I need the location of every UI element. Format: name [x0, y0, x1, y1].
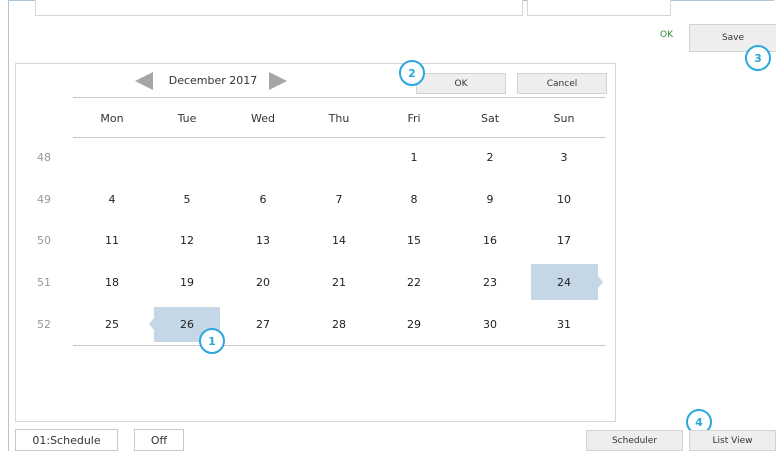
calendar-cancel-button[interactable]: Cancel	[517, 73, 607, 94]
week-number: 49	[37, 193, 51, 206]
day-cell[interactable]: 5	[157, 193, 217, 206]
day-cell[interactable]: 17	[534, 234, 594, 247]
day-cell[interactable]: 8	[384, 193, 444, 206]
day-cell[interactable]: 30	[460, 318, 520, 331]
day-cell[interactable]: 2	[460, 151, 520, 164]
day-cell[interactable]: 12	[157, 234, 217, 247]
schedule-off-toggle[interactable]: Off	[134, 429, 184, 451]
day-cell[interactable]: 9	[460, 193, 520, 206]
prev-month-arrow-icon[interactable]	[135, 72, 153, 90]
day-cell[interactable]: 14	[309, 234, 369, 247]
day-cell[interactable]: 21	[309, 276, 369, 289]
week-number: 52	[37, 318, 51, 331]
callout-badge-2: 2	[399, 60, 425, 86]
day-cell[interactable]: 7	[309, 193, 369, 206]
weekday-header-wed: Wed	[251, 112, 275, 125]
day-cell[interactable]: 1	[384, 151, 444, 164]
list-view-button[interactable]: List View	[689, 430, 776, 451]
weekday-header-mon: Mon	[100, 112, 124, 125]
top-select-field[interactable]	[527, 0, 671, 16]
day-cell[interactable]: 19	[157, 276, 217, 289]
day-cell[interactable]: 25	[82, 318, 142, 331]
day-cell[interactable]: 4	[82, 193, 142, 206]
header-divider-bottom	[73, 137, 606, 138]
header-divider-top	[73, 97, 606, 98]
day-cell[interactable]: 15	[384, 234, 444, 247]
day-cell[interactable]: 22	[384, 276, 444, 289]
day-cell[interactable]: 23	[460, 276, 520, 289]
day-cell[interactable]: 3	[534, 151, 594, 164]
weekday-header-fri: Fri	[407, 112, 421, 125]
scheduler-button[interactable]: Scheduler	[586, 430, 683, 451]
day-cell[interactable]: 16	[460, 234, 520, 247]
next-month-arrow-icon[interactable]	[269, 72, 287, 90]
calendar-bottom-divider	[73, 345, 606, 346]
week-number: 51	[37, 276, 51, 289]
calendar-ok-button[interactable]: OK	[416, 73, 506, 94]
day-cell[interactable]: 29	[384, 318, 444, 331]
day-cell[interactable]: 20	[233, 276, 293, 289]
day-cell[interactable]: 6	[233, 193, 293, 206]
callout-badge-3: 3	[745, 45, 771, 71]
week-number: 48	[37, 151, 51, 164]
day-cell[interactable]: 11	[82, 234, 142, 247]
weekday-header-tue: Tue	[177, 112, 197, 125]
status-ok-text: OK	[660, 30, 673, 40]
schedule-name-field[interactable]: 01:Schedule	[15, 429, 118, 451]
day-cell[interactable]: 28	[309, 318, 369, 331]
day-cell[interactable]: 10	[534, 193, 594, 206]
top-input-field[interactable]	[35, 0, 523, 16]
weekday-header-sat: Sat	[480, 112, 500, 125]
day-cell-selected-end[interactable]: 24	[534, 276, 594, 289]
day-cell[interactable]: 18	[82, 276, 142, 289]
day-cell[interactable]: 27	[233, 318, 293, 331]
month-label: December 2017	[168, 74, 258, 87]
callout-badge-1: 1	[199, 328, 225, 354]
day-cell[interactable]: 31	[534, 318, 594, 331]
week-number: 50	[37, 234, 51, 247]
day-cell[interactable]: 13	[233, 234, 293, 247]
weekday-header-sun: Sun	[553, 112, 575, 125]
weekday-header-thu: Thu	[328, 112, 350, 125]
